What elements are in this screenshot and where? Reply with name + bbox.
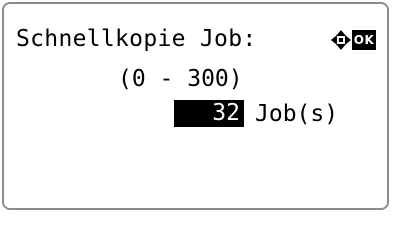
unit-label: Job(s) — [255, 101, 339, 127]
range-hint: (0 - 300) — [118, 66, 243, 92]
lcd-panel: Schnellkopie Job: OK (0 - 300) 32 Job(s) — [2, 2, 389, 210]
screen-title: Schnellkopie Job: — [16, 26, 257, 52]
four-way-arrow-icon — [331, 30, 351, 50]
job-count-input[interactable]: 32 — [174, 100, 244, 127]
ok-icon: OK — [352, 30, 376, 50]
